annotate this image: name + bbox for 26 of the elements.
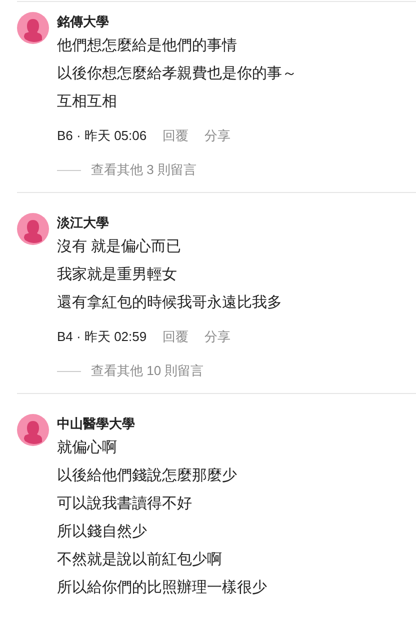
comment-line: 可以說我書讀得不好 — [57, 494, 193, 514]
floor-time: B6 · 昨天 05:06 — [57, 127, 147, 145]
author-name: 中山醫學大學 — [57, 415, 136, 433]
comment-line: 不然就是說以前紅包少啊 — [57, 550, 223, 570]
comment-line: 互相互相 — [57, 92, 118, 112]
share-link[interactable]: 分享 — [204, 327, 231, 347]
comment-line: 以後給他們錢說怎麼那麼少 — [57, 466, 238, 486]
comment-line: 還有拿紅包的時候我哥永遠比我多 — [57, 293, 282, 313]
share-link[interactable]: 分享 — [204, 126, 231, 146]
author-name: 淡江大學 — [57, 214, 110, 232]
more-replies-link[interactable]: 查看其他 3 則留言 — [91, 160, 196, 180]
avatar-icon — [17, 414, 49, 446]
comment-line: 以後你想怎麼給孝親費也是你的事～ — [57, 64, 297, 84]
more-replies-link[interactable]: 查看其他 10 則留言 — [91, 361, 204, 381]
avatar-icon — [17, 12, 49, 44]
reply-link[interactable]: 回覆 — [162, 327, 189, 347]
comment-line: 我家就是重男輕女 — [57, 265, 178, 285]
reply-link[interactable]: 回覆 — [162, 126, 189, 146]
comment-line: 所以錢自然少 — [57, 522, 148, 542]
comment-line: 沒有 就是偏心而已 — [57, 237, 182, 257]
comment-line: 他們想怎麼給是他們的事情 — [57, 36, 238, 56]
comment-line: 就偏心啊 — [57, 438, 118, 458]
floor-time: B4 · 昨天 02:59 — [57, 328, 147, 346]
author-name: 銘傳大學 — [57, 13, 110, 31]
comment-line: 所以給你們的比照辦理一樣很少 — [57, 578, 267, 598]
avatar-icon — [17, 213, 49, 245]
